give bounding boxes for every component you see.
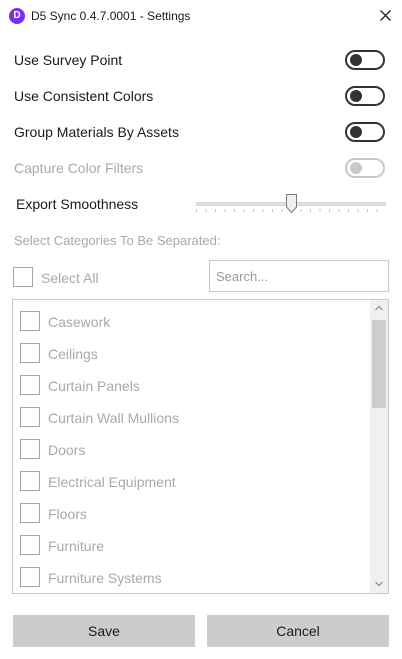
list-item-furniture-systems[interactable]: Furniture Systems [13,560,369,592]
item-checkbox[interactable] [20,343,40,363]
export-smoothness-slider[interactable] [196,193,386,215]
select-all-checkbox[interactable] [13,267,33,287]
list-item-label: Electrical Equipment [48,474,176,490]
scroll-up-button[interactable] [370,300,388,317]
chevron-down-icon [375,581,383,587]
categories-section-label: Select Categories To Be Separated: [14,233,221,248]
list-item-label: Floors [48,506,87,522]
scroll-down-button[interactable] [370,576,388,593]
list-item-ceilings[interactable]: Ceilings [13,336,369,368]
cancel-button[interactable]: Cancel [207,615,389,647]
app-logo-icon: D [9,8,25,24]
group-materials-label: Group Materials By Assets [14,124,179,140]
save-button[interactable]: Save [13,615,195,647]
toggle-knob [350,90,362,102]
select-all-label: Select All [41,270,99,286]
scrollbar-thumb[interactable] [372,320,386,408]
list-item-furniture[interactable]: Furniture [13,528,369,560]
capture-color-filters-label: Capture Color Filters [14,160,144,176]
list-item-label: Curtain Wall Mullions [48,410,179,426]
use-survey-point-label: Use Survey Point [14,52,123,68]
export-smoothness-label: Export Smoothness [16,196,139,212]
list-item-label: Furniture Systems [48,570,162,586]
list-item-electrical-equipment[interactable]: Electrical Equipment [13,464,369,496]
list-item-curtain-panels[interactable]: Curtain Panels [13,368,369,400]
item-checkbox[interactable] [20,311,40,331]
list-scrollbar[interactable] [370,300,388,593]
toggle-knob [350,162,362,174]
window-title: D5 Sync 0.4.7.0001 - Settings [31,9,191,23]
list-item-label: Ceilings [48,346,98,362]
toggle-knob [350,54,362,66]
item-checkbox[interactable] [20,535,40,555]
item-checkbox[interactable] [20,567,40,587]
categories-list: Casework Ceilings Curtain Panels Curtain… [12,299,389,594]
item-checkbox[interactable] [20,407,40,427]
item-checkbox[interactable] [20,375,40,395]
list-item-curtain-wall-mullions[interactable]: Curtain Wall Mullions [13,400,369,432]
list-item-floors[interactable]: Floors [13,496,369,528]
group-materials-toggle[interactable] [345,122,385,142]
list-item-casework[interactable]: Casework [13,304,369,336]
item-checkbox[interactable] [20,503,40,523]
list-item-label: Doors [48,442,86,458]
use-consistent-colors-label: Use Consistent Colors [14,88,154,104]
close-icon [380,10,391,21]
list-item-label: Furniture [48,538,105,554]
use-survey-point-toggle[interactable] [345,50,385,70]
list-item-label: Casework [48,314,111,330]
close-button[interactable] [372,2,400,30]
item-checkbox[interactable] [20,439,40,459]
title-bar: D D5 Sync 0.4.7.0001 - Settings [0,0,402,32]
use-consistent-colors-toggle[interactable] [345,86,385,106]
item-checkbox[interactable] [20,471,40,491]
list-item-label: Curtain Panels [48,378,140,394]
chevron-up-icon [375,305,383,311]
list-item-doors[interactable]: Doors [13,432,369,464]
capture-color-filters-toggle [345,158,385,178]
slider-thumb[interactable] [286,194,297,213]
toggle-knob [350,126,362,138]
search-input[interactable] [209,260,389,292]
